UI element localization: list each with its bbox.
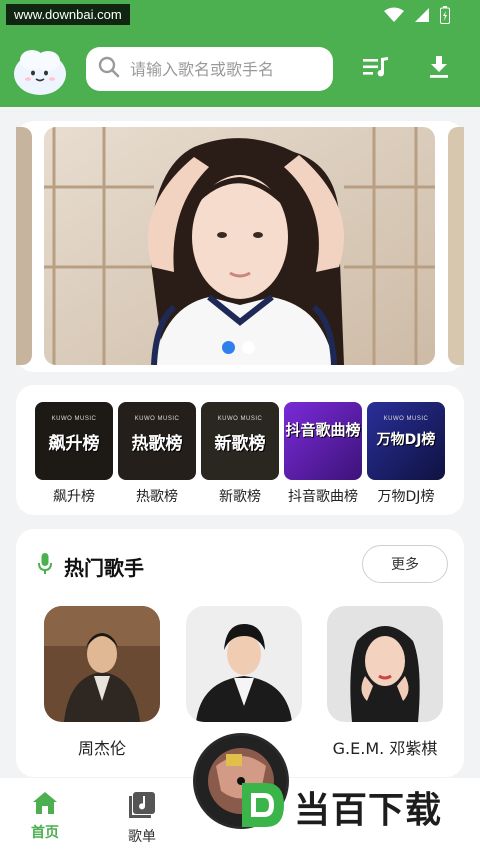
nav-playlist[interactable]: 歌单 [128, 792, 156, 846]
singer-card[interactable] [186, 606, 302, 735]
nav-home[interactable]: 首页 [31, 792, 59, 842]
brand-logo-icon [236, 781, 286, 833]
home-icon [33, 792, 57, 818]
chart-cover: KUWO MUSIC 万物DJ榜 [367, 402, 445, 480]
brand-watermark-text: 当百下载 [294, 790, 443, 831]
search-icon [98, 56, 120, 82]
app-logo[interactable] [12, 44, 68, 96]
chart-cover-brand: KUWO MUSIC [51, 416, 97, 422]
banner-prev-peek [16, 127, 32, 365]
brand-watermark: 当百下载 [236, 781, 442, 833]
chart-label: 飙升榜 [53, 489, 95, 505]
chart-cover-brand: KUWO MUSIC [383, 416, 429, 422]
singer-card[interactable]: G.E.M. 邓紫棋 [327, 606, 443, 759]
chart-cover-brand: KUWO MUSIC [217, 416, 263, 422]
singer-photo [327, 606, 443, 722]
chart-cover-title: 新歌榜 [214, 434, 266, 454]
music-library-icon [129, 792, 155, 822]
section-title: 热门歌手 [64, 556, 144, 580]
chart-label: 新歌榜 [219, 489, 261, 505]
chart-item-dj[interactable]: KUWO MUSIC 万物DJ榜 万物DJ榜 [367, 402, 445, 506]
banner-image[interactable] [44, 127, 435, 365]
search-input[interactable] [130, 59, 320, 79]
chart-cover-title: 抖音歌曲榜 [285, 421, 361, 439]
singer-photo [44, 606, 160, 722]
banner-dot-active[interactable] [222, 341, 235, 354]
download-button[interactable] [424, 54, 454, 84]
charts-section: KUWO MUSIC 飙升榜 飙升榜 KUWO MUSIC 热歌榜 热歌榜 KU… [16, 385, 464, 515]
nav-label: 首页 [31, 825, 59, 841]
banner-next-peek [448, 127, 464, 365]
battery-icon [440, 6, 450, 28]
search-box[interactable] [86, 47, 333, 91]
chart-item-hot[interactable]: KUWO MUSIC 热歌榜 热歌榜 [118, 402, 196, 506]
more-button[interactable]: 更多 [362, 545, 448, 583]
banner-dot[interactable] [242, 341, 255, 354]
chart-cover: 抖音歌曲榜 [284, 402, 362, 480]
chart-item-soaring[interactable]: KUWO MUSIC 飙升榜 飙升榜 [35, 402, 113, 506]
chart-item-douyin[interactable]: 抖音歌曲榜 抖音歌曲榜 [284, 402, 362, 506]
chart-label: 抖音歌曲榜 [288, 489, 358, 505]
playlist-icon [363, 56, 389, 82]
singer-name: G.E.M. 邓紫棋 [332, 739, 438, 758]
download-icon [428, 56, 450, 82]
singer-photo [186, 606, 302, 722]
playlist-button[interactable] [361, 54, 391, 84]
chart-cover-brand: KUWO MUSIC [134, 416, 180, 422]
chart-item-new[interactable]: KUWO MUSIC 新歌榜 新歌榜 [201, 402, 279, 506]
chart-cover-title: 万物DJ榜 [376, 432, 436, 448]
chart-cover: KUWO MUSIC 热歌榜 [118, 402, 196, 480]
chart-cover: KUWO MUSIC 飙升榜 [35, 402, 113, 480]
singer-name: 周杰伦 [77, 739, 126, 758]
chart-cover-title: 飙升榜 [48, 434, 100, 454]
site-watermark: www.downbai.com [6, 4, 130, 25]
microphone-icon [38, 553, 52, 579]
signal-icon [414, 7, 430, 27]
status-bar-icons [384, 6, 450, 28]
chart-cover-title: 热歌榜 [131, 434, 183, 454]
wifi-icon [384, 7, 404, 27]
chart-label: 万物DJ榜 [377, 489, 435, 505]
nav-label: 歌单 [128, 829, 156, 845]
singer-card[interactable]: 周杰伦 [44, 606, 160, 759]
chart-cover: KUWO MUSIC 新歌榜 [201, 402, 279, 480]
banner-pagination [222, 341, 255, 354]
chart-label: 热歌榜 [136, 489, 178, 505]
app-header: www.downbai.com [0, 0, 480, 107]
